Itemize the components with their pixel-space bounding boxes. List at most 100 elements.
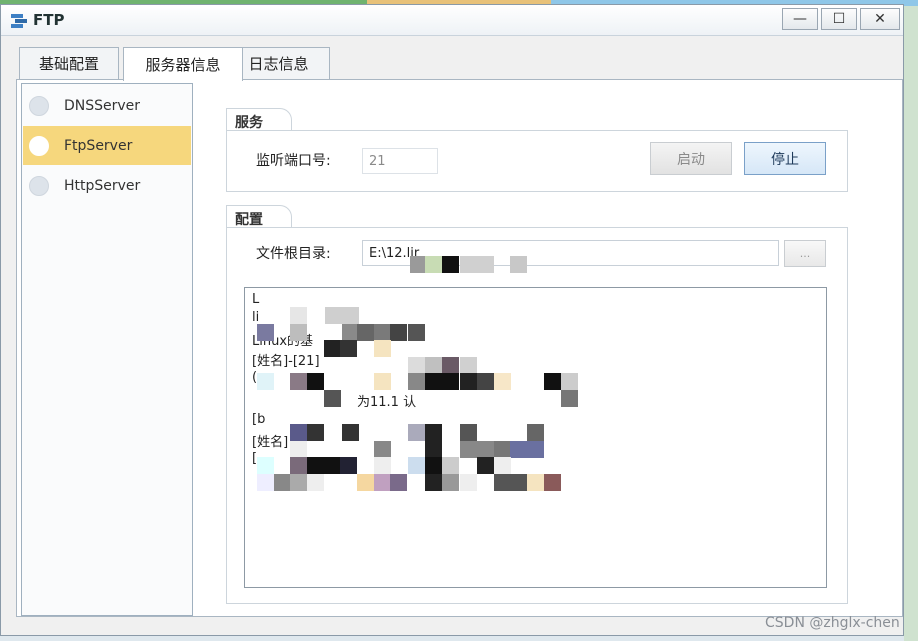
mosaic-cell (342, 424, 359, 441)
mosaic-cell (477, 373, 494, 390)
mosaic-cell (408, 324, 425, 341)
mosaic-cell (442, 457, 459, 474)
mosaic-cell (325, 307, 342, 324)
server-list: DNSServer FtpServer HttpServer (21, 83, 193, 616)
mosaic-cell (390, 324, 407, 341)
mosaic-cell (324, 457, 341, 474)
mosaic-cell (527, 424, 544, 441)
maximize-button[interactable]: ☐ (821, 8, 857, 30)
mosaic-cell (442, 357, 459, 374)
mosaic-cell (307, 457, 324, 474)
mosaic-cell (425, 256, 442, 273)
window-title: FTP (33, 11, 65, 29)
log-line: [b (252, 412, 266, 427)
mosaic-cell (257, 373, 274, 390)
server-item-http[interactable]: HttpServer (23, 166, 191, 205)
mosaic-cell (425, 424, 442, 441)
mosaic-cell (357, 324, 374, 341)
server-item-label: FtpServer (64, 137, 133, 154)
mosaic-cell (324, 390, 341, 407)
root-dir-label: 文件根目录: (256, 246, 331, 262)
mosaic-cell (510, 256, 527, 273)
ftp-app-icon (11, 14, 27, 28)
browse-button[interactable]: ... (784, 240, 826, 267)
mosaic-cell (290, 373, 307, 390)
mosaic-cell (408, 424, 425, 441)
stop-button[interactable]: 停止 (744, 142, 826, 175)
mosaic-cell (390, 474, 407, 491)
tab-server-info[interactable]: 服务器信息 (123, 47, 243, 81)
mosaic-cell (324, 340, 341, 357)
status-dot-icon (29, 175, 49, 196)
mosaic-cell (374, 441, 391, 458)
minimize-button[interactable]: — (782, 8, 818, 30)
mosaic-cell (460, 474, 477, 491)
port-label: 监听端口号: (256, 153, 331, 169)
close-button[interactable]: ✕ (860, 8, 900, 30)
mosaic-cell (425, 474, 442, 491)
mosaic-cell (274, 474, 291, 491)
mosaic-cell (561, 373, 578, 390)
mosaic-cell (290, 441, 307, 458)
log-line: li (252, 310, 260, 325)
mosaic-cell (374, 474, 391, 491)
mosaic-cell (460, 424, 477, 441)
mosaic-cell (477, 457, 494, 474)
mosaic-cell (257, 474, 274, 491)
mosaic-cell (290, 307, 307, 324)
mosaic-cell (374, 324, 391, 341)
mosaic-cell (374, 457, 391, 474)
mosaic-cell (477, 256, 494, 273)
mosaic-cell (460, 441, 477, 458)
start-button[interactable]: 启动 (650, 142, 732, 175)
maximize-icon: ☐ (832, 11, 846, 27)
server-item-label: HttpServer (64, 177, 141, 194)
mosaic-cell (257, 457, 274, 474)
mosaic-cell (290, 424, 307, 441)
mosaic-cell (290, 324, 307, 341)
tab-basic-config[interactable]: 基础配置 (19, 47, 119, 79)
mosaic-cell (408, 357, 425, 374)
csdn-watermark: CSDN @zhglx-chen (765, 615, 900, 631)
mosaic-cell (561, 390, 578, 407)
mosaic-cell (425, 457, 442, 474)
title-bar[interactable]: FTP — ☐ ✕ (1, 5, 903, 36)
mosaic-cell (307, 373, 324, 390)
mosaic-cell (374, 340, 391, 357)
mosaic-cell (494, 457, 511, 474)
desktop-background-edge (904, 6, 918, 641)
mosaic-cell (544, 474, 561, 491)
mosaic-cell (460, 256, 477, 273)
mosaic-cell (442, 256, 459, 273)
mosaic-cell (290, 457, 307, 474)
mosaic-cell (494, 373, 511, 390)
mosaic-cell (527, 441, 544, 458)
mosaic-cell (290, 474, 307, 491)
mosaic-cell (357, 474, 374, 491)
mosaic-cell (477, 441, 494, 458)
mosaic-cell (442, 474, 459, 491)
server-item-dns[interactable]: DNSServer (23, 86, 191, 125)
mosaic-cell (307, 424, 324, 441)
log-line: 为11.1 认 (357, 395, 417, 410)
mosaic-cell (544, 373, 561, 390)
minimize-icon: — (793, 11, 807, 27)
mosaic-cell (494, 474, 511, 491)
mosaic-cell (527, 474, 544, 491)
log-line: [姓名] (252, 435, 289, 450)
log-line: [姓名]-[21] (252, 354, 320, 369)
mosaic-cell (510, 474, 527, 491)
mosaic-cell (425, 373, 442, 390)
port-input[interactable] (362, 148, 438, 174)
mosaic-cell (408, 457, 425, 474)
mosaic-cell (307, 474, 324, 491)
mosaic-cell (460, 357, 477, 374)
mosaic-cell (340, 340, 357, 357)
mosaic-cell (374, 373, 391, 390)
mosaic-cell (460, 373, 477, 390)
status-dot-icon (29, 95, 49, 116)
mosaic-cell (342, 307, 359, 324)
mosaic-cell (510, 441, 527, 458)
mosaic-cell (442, 373, 459, 390)
server-item-ftp[interactable]: FtpServer (23, 126, 191, 165)
